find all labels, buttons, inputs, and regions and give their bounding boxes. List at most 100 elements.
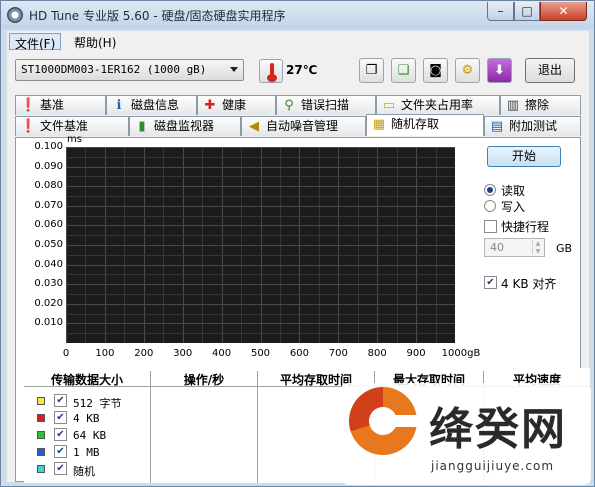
read-radio[interactable] (484, 184, 496, 196)
tab-benchmark[interactable]: ❗ 基准 (15, 95, 106, 115)
maximize-button[interactable]: □ (514, 2, 540, 21)
magnifier-icon: ⚲ (284, 98, 294, 113)
drive-select[interactable]: ST1000DM003-1ER162 (1000 gB) (15, 59, 244, 81)
copy-screen-icon[interactable]: ❏ (391, 58, 416, 83)
color-swatch (37, 397, 45, 405)
drive-select-value: ST1000DM003-1ER162 (1000 gB) (21, 63, 207, 76)
close-button[interactable]: ✕ (540, 2, 587, 21)
quick-stroke-value: 40 (490, 241, 504, 254)
quick-stroke-label: 快捷行程 (501, 220, 550, 234)
y-tick-label: 0.070 (34, 199, 63, 211)
tab-label: 健康 (222, 98, 247, 112)
watermark-logo-icon (349, 387, 421, 455)
title-bar[interactable]: HD Tune 专业版 5.60 - 硬盘/固态硬盘实用程序 – □ ✕ (1, 1, 594, 29)
quick-stroke-unit: GB (556, 242, 573, 255)
benchmark-icon: ❗ (20, 98, 37, 113)
tab-extra-tests[interactable]: ▤ 附加测试 (484, 116, 581, 136)
x-tick-label: 1000gB (441, 348, 481, 359)
write-label: 写入 (501, 200, 526, 214)
watermark-url: jiangguijiuye.com (431, 459, 555, 473)
tab-label: 错误扫描 (301, 98, 350, 112)
quick-stroke-spinner[interactable]: 40 ▲ ▼ (484, 238, 545, 257)
header-transfer-size: 传输数据大小 (24, 371, 150, 387)
info-icon: ℹ (116, 98, 122, 113)
quick-stroke-checkbox[interactable] (484, 220, 497, 233)
window-title: HD Tune 专业版 5.60 - 硬盘/固态硬盘实用程序 (29, 9, 286, 23)
tab-label: 随机存取 (391, 117, 440, 131)
file-benchmark-icon: ❗ (20, 119, 37, 134)
extra-tests-icon: ▤ (490, 119, 504, 134)
health-cross-icon: ✚ (204, 98, 216, 113)
tab-erase[interactable]: ▥ 擦除 (500, 95, 581, 115)
tab-random-access[interactable]: ▦ 随机存取 (366, 114, 484, 136)
tab-health[interactable]: ✚ 健康 (197, 95, 276, 115)
spin-up-arrow-icon[interactable]: ▲ (532, 240, 543, 247)
tools-icon[interactable]: ⚙ (455, 58, 480, 83)
app-window: HD Tune 专业版 5.60 - 硬盘/固态硬盘实用程序 – □ ✕ 文件(… (0, 0, 595, 487)
copy-text-icon[interactable]: ❐ (359, 58, 384, 83)
camera-icon[interactable]: ◙ (423, 58, 448, 83)
tab-label: 文件夹占用率 (401, 98, 474, 112)
tab-acoustic-management[interactable]: ◀ 自动噪音管理 (241, 116, 366, 136)
row-label: 随机 (73, 465, 95, 478)
monitor-chart-icon: ▮ (138, 119, 146, 134)
menu-file[interactable]: 文件(F) (9, 33, 62, 51)
folder-icon: ▭ (382, 98, 396, 113)
read-label: 读取 (501, 184, 526, 198)
x-tick-label: 400 (212, 348, 232, 359)
y-tick-label: 0.100 (34, 141, 63, 152)
row-checkbox-random[interactable]: ✔ (54, 462, 67, 475)
row-checkbox-1mb[interactable]: ✔ (54, 445, 67, 458)
align-4kb-label: 4 KB 对齐 (501, 277, 557, 291)
tab-label: 自动噪音管理 (266, 119, 339, 133)
x-tick-label: 100 (95, 348, 115, 359)
speaker-icon: ◀ (249, 119, 259, 134)
x-tick-label: 500 (250, 348, 271, 359)
tab-label: 基准 (40, 98, 65, 112)
site-watermark: 绛癸网 jiangguijiuye.com (341, 383, 591, 485)
column-divider (257, 371, 258, 483)
temperature-readout: 27℃ (286, 63, 318, 77)
random-access-icon: ▦ (372, 117, 386, 132)
row-checkbox-4kb[interactable]: ✔ (54, 411, 67, 424)
row-label: 1 MB (73, 446, 100, 459)
x-tick-label: 600 (289, 348, 309, 359)
tab-folder-usage[interactable]: ▭ 文件夹占用率 (376, 95, 500, 115)
tab-disk-info[interactable]: ℹ 磁盘信息 (106, 95, 197, 115)
y-tick-label: 0.050 (34, 239, 63, 250)
y-tick-label: 0.040 (34, 258, 63, 270)
watermark-brand: 绛癸网 (429, 404, 567, 455)
tab-error-scan[interactable]: ⚲ 错误扫描 (276, 95, 376, 115)
x-tick-label: 200 (134, 348, 154, 359)
menu-help[interactable]: 帮助(H) (69, 33, 121, 50)
tab-disk-monitor[interactable]: ▮ 磁盘监视器 (129, 116, 241, 136)
align-4kb-checkbox[interactable]: ✔ (484, 276, 497, 289)
x-tick-label: 0 (62, 348, 70, 359)
row-checkbox-64kb[interactable]: ✔ (54, 428, 67, 441)
start-button[interactable]: 开始 (487, 146, 561, 167)
chevron-down-icon (230, 67, 238, 72)
row-checkbox-512b[interactable]: ✔ (54, 394, 67, 407)
header-ops-per-sec: 操作/秒 (151, 371, 257, 387)
color-swatch (37, 448, 45, 456)
tab-file-benchmark[interactable]: ❗ 文件基准 (15, 116, 129, 136)
minimize-button[interactable]: – (487, 2, 514, 21)
write-radio[interactable] (484, 200, 496, 212)
row-label: 64 KB (73, 429, 107, 442)
y-tick-label: 0.060 (34, 219, 63, 231)
chart-grid (66, 147, 455, 343)
exit-button[interactable]: 退出 (525, 58, 575, 83)
save-icon[interactable]: ⬇ (487, 58, 512, 83)
column-divider (150, 371, 151, 483)
tab-label: 文件基准 (40, 119, 89, 133)
menu-bar: 文件(F) 帮助(H) (7, 31, 589, 51)
thermometer-icon (259, 59, 283, 83)
x-tick-label: 800 (367, 348, 387, 359)
color-swatch (37, 414, 45, 422)
color-swatch (37, 431, 45, 439)
tab-label: 磁盘监视器 (154, 119, 215, 133)
app-disk-icon (7, 7, 23, 23)
spin-down-arrow-icon[interactable]: ▼ (532, 248, 543, 255)
x-tick-label: 900 (406, 348, 426, 359)
y-tick-label: 0.080 (34, 180, 63, 192)
